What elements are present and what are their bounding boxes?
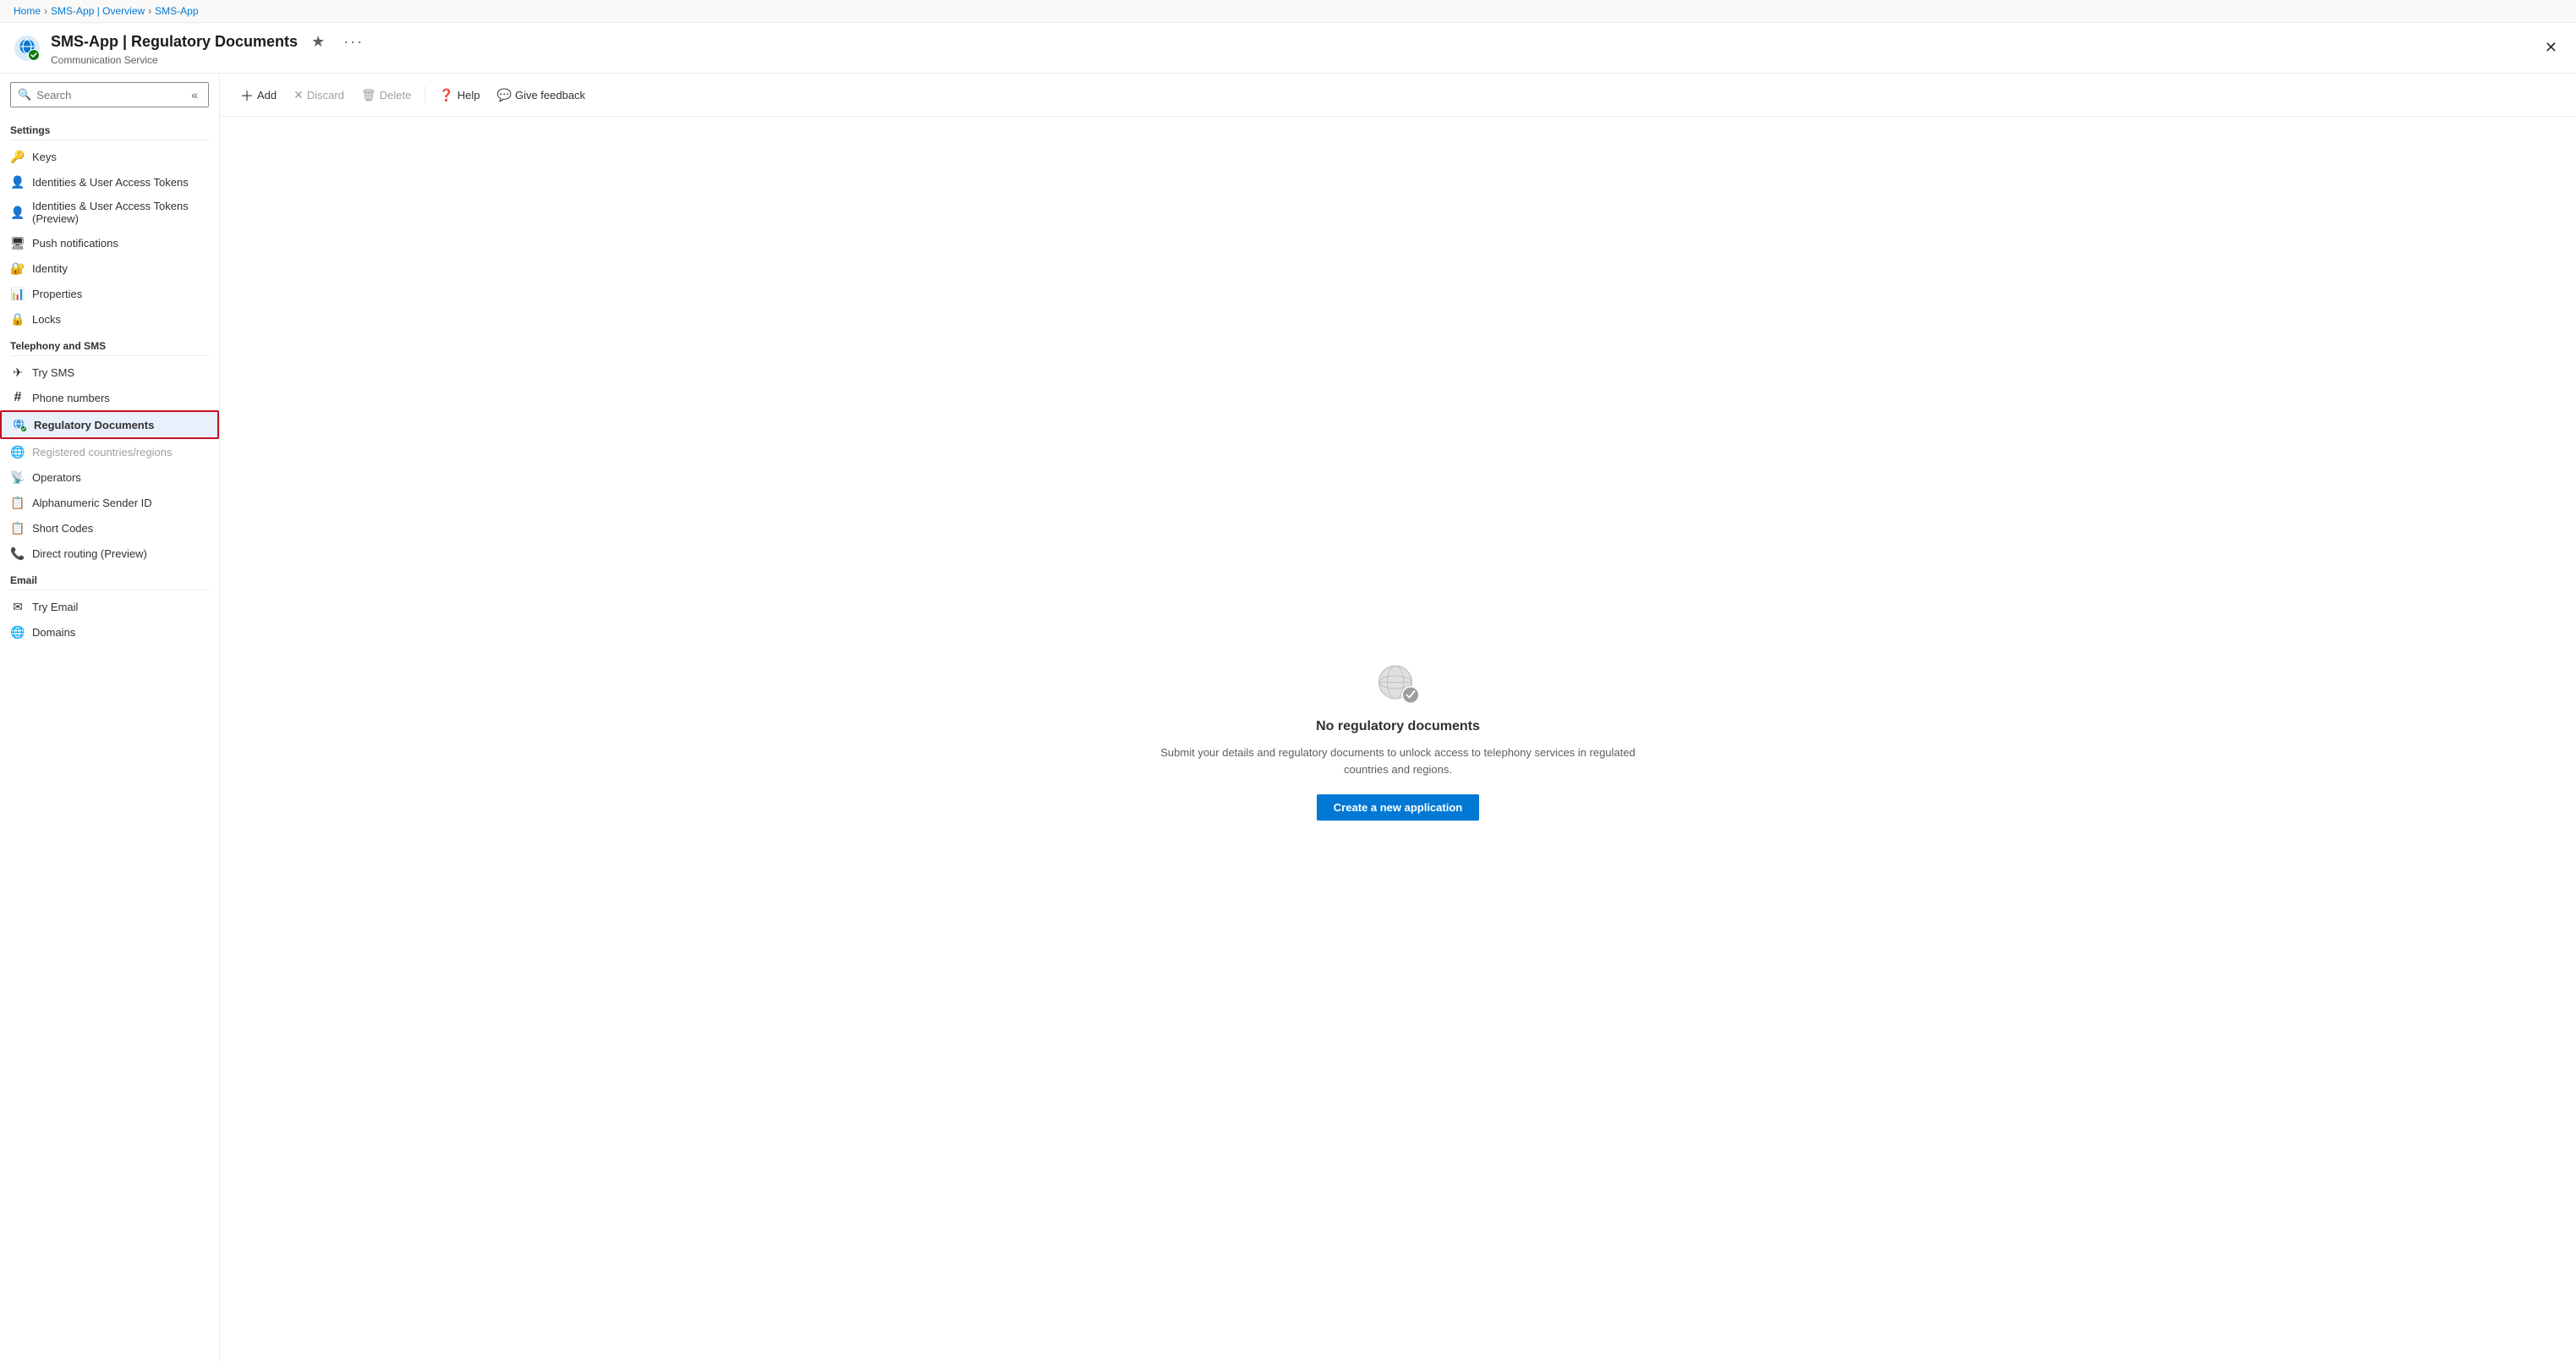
delete-icon: 🗑 bbox=[361, 88, 376, 102]
direct-routing-icon: 📞 bbox=[10, 546, 25, 561]
collapse-button[interactable]: « bbox=[188, 86, 201, 103]
sidebar-item-registered-countries: 🌐 Registered countries/regions bbox=[0, 439, 219, 464]
close-button[interactable]: ✕ bbox=[2540, 36, 2562, 60]
identity-icon: 🔐 bbox=[10, 261, 25, 276]
delete-button[interactable]: 🗑 Delete bbox=[354, 84, 418, 107]
sidebar-item-try-email-label: Try Email bbox=[32, 601, 78, 613]
regulatory-documents-icon bbox=[12, 417, 27, 432]
domains-icon: 🌐 bbox=[10, 624, 25, 640]
push-notifications-icon: 🖥 bbox=[10, 235, 25, 250]
sidebar-item-registered-countries-label: Registered countries/regions bbox=[32, 446, 172, 459]
breadcrumb-current: SMS-App bbox=[155, 5, 198, 17]
toolbar: ＋ Add ✕ Discard 🗑 Delete ❓ Help 💬 Give f… bbox=[220, 74, 2576, 117]
app-title-block: SMS-App | Regulatory Documents ★ ··· Com… bbox=[51, 30, 2540, 66]
properties-icon: 📊 bbox=[10, 286, 25, 301]
empty-state: No regulatory documents Submit your deta… bbox=[1144, 658, 1652, 821]
sidebar-item-identity-label: Identity bbox=[32, 262, 68, 275]
registered-countries-icon: 🌐 bbox=[10, 444, 25, 459]
identities-icon: 👤 bbox=[10, 174, 25, 189]
sidebar-item-operators[interactable]: 📡 Operators bbox=[0, 464, 219, 490]
help-label: Help bbox=[458, 89, 480, 102]
sidebar-item-push-notifications[interactable]: 🖥 Push notifications bbox=[0, 230, 219, 255]
sidebar-item-phone-numbers[interactable]: # Phone numbers bbox=[0, 385, 219, 410]
sidebar-item-locks[interactable]: 🔒 Locks bbox=[0, 306, 219, 332]
sidebar-item-identities-preview[interactable]: 👤 Identities & User Access Tokens (Previ… bbox=[0, 195, 219, 230]
sidebar-section-settings: Settings 🔑 Keys 👤 Identities & User Acce… bbox=[0, 116, 219, 332]
search-icon: 🔍 bbox=[18, 88, 31, 102]
sidebar-item-regulatory-documents[interactable]: Regulatory Documents bbox=[0, 410, 219, 439]
sidebar-section-email-label: Email bbox=[0, 566, 219, 590]
sidebar-section-settings-label: Settings bbox=[0, 116, 219, 140]
try-sms-icon: ✈ bbox=[10, 365, 25, 380]
sidebar-item-try-sms[interactable]: ✈ Try SMS bbox=[0, 360, 219, 385]
try-email-icon: ✉ bbox=[10, 599, 25, 614]
sidebar-search-container: 🔍 « bbox=[0, 74, 219, 116]
content-body: No regulatory documents Submit your deta… bbox=[220, 117, 2576, 1362]
delete-label: Delete bbox=[380, 89, 412, 102]
sidebar-item-identities-user-access-tokens[interactable]: 👤 Identities & User Access Tokens bbox=[0, 169, 219, 195]
sidebar-item-try-email[interactable]: ✉ Try Email bbox=[0, 594, 219, 619]
sidebar-item-identities-preview-label: Identities & User Access Tokens (Preview… bbox=[32, 200, 209, 225]
alphanumeric-sender-id-icon: 📋 bbox=[10, 495, 25, 510]
sidebar-item-properties[interactable]: 📊 Properties bbox=[0, 281, 219, 306]
sidebar-item-push-notifications-label: Push notifications bbox=[32, 237, 118, 250]
help-button[interactable]: ❓ Help bbox=[432, 84, 486, 107]
sidebar-item-try-sms-label: Try SMS bbox=[32, 366, 74, 379]
empty-state-description: Submit your details and regulatory docum… bbox=[1144, 744, 1652, 777]
sidebar-item-domains-label: Domains bbox=[32, 626, 75, 639]
sidebar-item-keys[interactable]: 🔑 Keys bbox=[0, 144, 219, 169]
sidebar-item-identity[interactable]: 🔐 Identity bbox=[0, 255, 219, 281]
top-bar: SMS-App | Regulatory Documents ★ ··· Com… bbox=[0, 23, 2576, 74]
sidebar-item-alphanumeric-sender-id[interactable]: 📋 Alphanumeric Sender ID bbox=[0, 490, 219, 515]
add-icon: ＋ bbox=[240, 85, 254, 105]
sidebar-section-telephony: Telephony and SMS ✈ Try SMS # Phone numb… bbox=[0, 332, 219, 566]
give-feedback-icon: 💬 bbox=[497, 88, 512, 102]
sidebar-section-email: Email ✉ Try Email 🌐 Domains bbox=[0, 566, 219, 645]
operators-icon: 📡 bbox=[10, 470, 25, 485]
sidebar-divider-telephony bbox=[10, 355, 209, 356]
breadcrumb-home[interactable]: Home bbox=[14, 5, 41, 17]
phone-numbers-icon: # bbox=[10, 390, 25, 405]
keys-icon: 🔑 bbox=[10, 149, 25, 164]
empty-state-icon bbox=[1373, 658, 1423, 709]
app-subtitle: Communication Service bbox=[51, 54, 2540, 66]
app-icon bbox=[14, 35, 41, 62]
sidebar-item-locks-label: Locks bbox=[32, 313, 61, 326]
add-label: Add bbox=[257, 89, 277, 102]
favorite-button[interactable]: ★ bbox=[306, 30, 330, 54]
sidebar-item-direct-routing[interactable]: 📞 Direct routing (Preview) bbox=[0, 541, 219, 566]
discard-icon: ✕ bbox=[293, 88, 304, 102]
sidebar-item-short-codes-label: Short Codes bbox=[32, 522, 93, 535]
create-application-button[interactable]: Create a new application bbox=[1317, 794, 1479, 821]
search-input[interactable] bbox=[36, 89, 183, 102]
sidebar: 🔍 « Settings 🔑 Keys 👤 Identities & User … bbox=[0, 74, 220, 1362]
sidebar-item-properties-label: Properties bbox=[32, 288, 82, 300]
empty-state-title: No regulatory documents bbox=[1316, 719, 1480, 734]
help-icon: ❓ bbox=[439, 88, 453, 102]
sidebar-item-regulatory-documents-label: Regulatory Documents bbox=[34, 419, 154, 431]
page-title: SMS-App | Regulatory Documents bbox=[51, 33, 298, 51]
more-options-button[interactable]: ··· bbox=[338, 30, 369, 54]
discard-button[interactable]: ✕ Discard bbox=[287, 84, 351, 107]
sidebar-item-short-codes[interactable]: 📋 Short Codes bbox=[0, 515, 219, 541]
discard-label: Discard bbox=[307, 89, 344, 102]
sidebar-item-domains[interactable]: 🌐 Domains bbox=[0, 619, 219, 645]
sidebar-section-telephony-label: Telephony and SMS bbox=[0, 332, 219, 355]
add-button[interactable]: ＋ Add bbox=[233, 80, 283, 109]
sidebar-item-identities-label: Identities & User Access Tokens bbox=[32, 176, 189, 189]
breadcrumb: Home › SMS-App | Overview › SMS-App bbox=[0, 0, 2576, 23]
sidebar-item-direct-routing-label: Direct routing (Preview) bbox=[32, 547, 147, 560]
breadcrumb-overview[interactable]: SMS-App | Overview bbox=[51, 5, 145, 17]
content-area: ＋ Add ✕ Discard 🗑 Delete ❓ Help 💬 Give f… bbox=[220, 74, 2576, 1362]
sidebar-item-keys-label: Keys bbox=[32, 151, 57, 163]
sidebar-item-alphanumeric-sender-id-label: Alphanumeric Sender ID bbox=[32, 497, 152, 509]
sidebar-item-operators-label: Operators bbox=[32, 471, 81, 484]
short-codes-icon: 📋 bbox=[10, 520, 25, 535]
give-feedback-button[interactable]: 💬 Give feedback bbox=[491, 84, 593, 107]
locks-icon: 🔒 bbox=[10, 311, 25, 327]
sidebar-item-phone-numbers-label: Phone numbers bbox=[32, 392, 110, 404]
give-feedback-label: Give feedback bbox=[515, 89, 585, 102]
identities-preview-icon: 👤 bbox=[10, 205, 25, 220]
